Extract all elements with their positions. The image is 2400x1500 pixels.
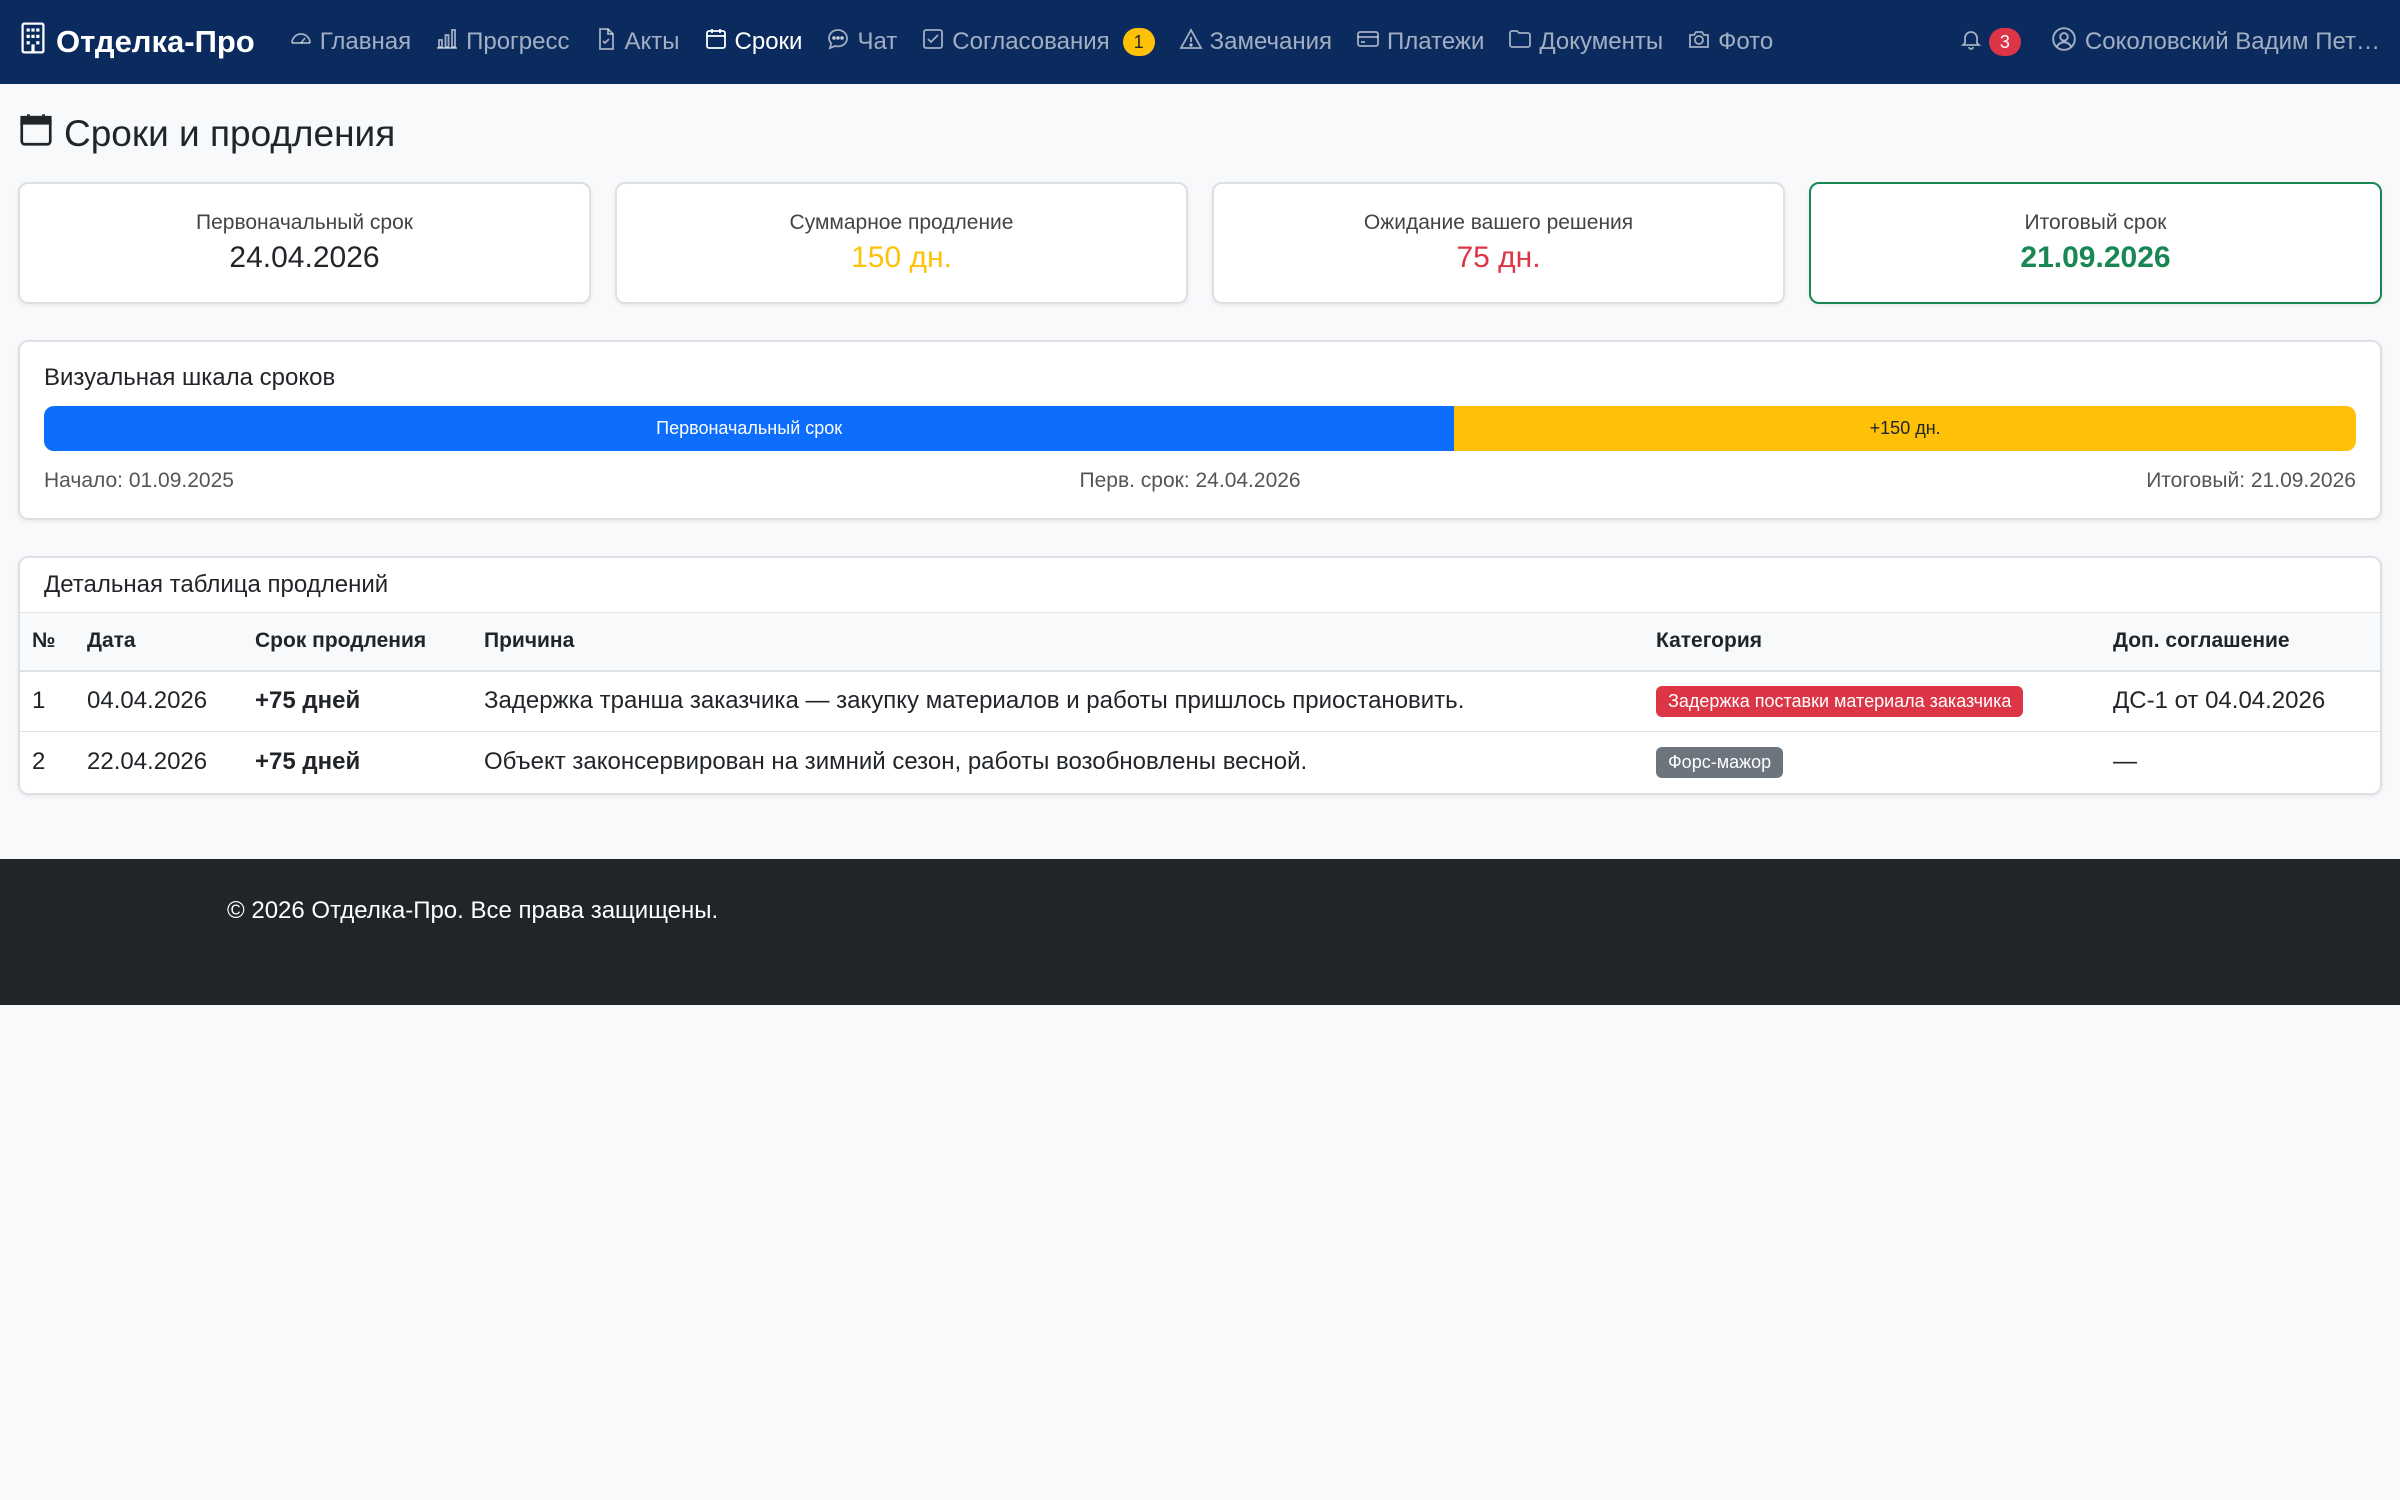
- cell-num: 1: [20, 670, 75, 732]
- extensions-table-card: Детальная таблица продлений № Дата Срок …: [18, 556, 2382, 795]
- file-check-icon: [594, 27, 618, 58]
- page-title-text: Сроки и продления: [64, 113, 396, 154]
- nav-item-label: Замечания: [1209, 28, 1333, 55]
- cell-date: 04.04.2026: [75, 670, 243, 732]
- brand-name: Отделка-Про: [56, 24, 255, 59]
- bell-icon: [1959, 27, 1983, 58]
- folder-icon: [1508, 27, 1532, 58]
- nav-item-label: Главная: [319, 28, 412, 55]
- nav-item-label: Платежи: [1387, 28, 1485, 55]
- nav-item-payments[interactable]: Платежи: [1356, 27, 1484, 58]
- stat-value: 75 дн.: [1456, 241, 1541, 274]
- credit-card-icon: [1356, 27, 1380, 58]
- cell-category: Задержка поставки материала заказчика: [1644, 670, 2101, 732]
- calendar-icon: [704, 27, 728, 58]
- table-header-row: № Дата Срок продления Причина Категория …: [20, 612, 2380, 672]
- user-circle-icon: [2051, 26, 2077, 59]
- stat-label: Первоначальный срок: [196, 211, 413, 234]
- stat-card-total-extension: Суммарное продление 150 дн.: [615, 182, 1188, 304]
- notifications-button[interactable]: 3: [1959, 27, 2021, 58]
- cell-num: 2: [32, 748, 46, 776]
- nav-item-acts[interactable]: Акты: [594, 27, 680, 58]
- nav-item-deadlines[interactable]: Сроки: [704, 27, 803, 58]
- timeline-labels: Начало: 01.09.2025 Перв. срок: 24.04.202…: [44, 469, 2356, 493]
- category-badge: Задержка поставки материала заказчика: [1656, 685, 2024, 717]
- cell-agreement: —: [2113, 748, 2137, 776]
- cell-extension: +75 дней: [255, 748, 361, 776]
- timeline-bar: Первоначальный срок +150 дн.: [44, 406, 2356, 451]
- building-icon: [20, 22, 46, 62]
- stat-card-pending-decision: Ожидание вашего решения 75 дн.: [1212, 182, 1785, 304]
- nav-item-progress[interactable]: Прогресс: [435, 27, 570, 58]
- speedometer-icon: [289, 27, 313, 58]
- timeline-mid-label: Перв. срок: 24.04.2026: [1079, 469, 1301, 492]
- stat-value: 150 дн.: [851, 241, 952, 274]
- bar-chart-icon: [435, 27, 459, 58]
- category-badge: Форс-мажор: [1656, 746, 1784, 778]
- extensions-table: № Дата Срок продления Причина Категория …: [20, 612, 2380, 793]
- timeline-segment-extension: +150 дн.: [1454, 406, 2356, 451]
- calendar-icon: [18, 111, 54, 158]
- column-header-reason: Причина: [472, 612, 1644, 672]
- page-title: Сроки и продления: [18, 106, 2382, 162]
- nav-item-documents[interactable]: Документы: [1508, 27, 1663, 58]
- main-content: Сроки и продления Первоначальный срок 24…: [0, 106, 2400, 795]
- timeline-start-label: Начало: 01.09.2025: [44, 469, 234, 492]
- column-header-extension: Срок продления: [243, 612, 472, 672]
- nav-item-remarks[interactable]: Замечания: [1179, 27, 1332, 58]
- nav-item-label: Сроки: [734, 28, 803, 55]
- table-row: 2 22.04.2026 +75 дней Объект законсервир…: [20, 732, 2380, 793]
- column-header-category: Категория: [1644, 612, 2101, 672]
- timeline-segment-original: Первоначальный срок: [44, 406, 1455, 451]
- timeline-card: Визуальная шкала сроков Первоначальный с…: [18, 340, 2382, 520]
- nav-item-label: Фото: [1718, 28, 1774, 55]
- stats-row: Первоначальный срок 24.04.2026 Суммарное…: [18, 182, 2382, 304]
- warning-triangle-icon: [1179, 27, 1203, 58]
- stat-label: Ожидание вашего решения: [1363, 211, 1634, 234]
- approvals-count-badge: 1: [1122, 28, 1155, 56]
- table-row: 1 04.04.2026 +75 дней Задержка транша за…: [20, 670, 2380, 732]
- user-name: Соколовский Вадим Пет…: [2084, 28, 2380, 55]
- nav-item-label: Прогресс: [466, 28, 570, 55]
- cell-reason: Объект законсервирован на зимний сезон, …: [484, 748, 1308, 776]
- nav-item-photos[interactable]: Фото: [1687, 27, 1773, 58]
- timeline-end-label: Итоговый: 21.09.2026: [2146, 469, 2356, 492]
- cell-date: 22.04.2026: [87, 748, 208, 776]
- cell-reason: Задержка транша заказчика — закупку мате…: [472, 670, 1644, 732]
- notifications-count-badge: 3: [1988, 28, 2021, 56]
- extensions-table-heading: Детальная таблица продлений: [44, 571, 389, 598]
- stat-label: Итоговый срок: [2024, 211, 2167, 234]
- nav-item-label: Чат: [857, 28, 898, 55]
- nav-item-label: Акты: [624, 28, 680, 55]
- navbar-right: 3 Соколовский Вадим Пет…: [1959, 26, 2380, 59]
- camera-icon: [1687, 27, 1711, 58]
- main-nav: Главная Прогресс Акты Сроки Чат Согласов…: [289, 27, 1773, 58]
- nav-item-chat[interactable]: Чат: [826, 27, 897, 58]
- stat-value: 21.09.2026: [2020, 241, 2171, 274]
- footer-copyright: © 2026 Отделка-Про. Все права защищены.: [227, 897, 719, 924]
- chat-dots-icon: [826, 27, 850, 58]
- top-navbar: Отделка-Про Главная Прогресс Акты Сроки: [0, 0, 2400, 84]
- timeline-heading: Визуальная шкала сроков: [44, 364, 336, 391]
- cell-agreement: ДС-1 от 04.04.2026: [2101, 670, 2380, 732]
- user-menu[interactable]: Соколовский Вадим Пет…: [2051, 26, 2380, 59]
- nav-item-label: Согласования: [952, 28, 1110, 55]
- nav-item-home[interactable]: Главная: [289, 27, 411, 58]
- check-square-icon: [921, 27, 945, 58]
- nav-item-label: Документы: [1539, 28, 1664, 55]
- stat-value: 24.04.2026: [229, 241, 380, 274]
- stat-label: Суммарное продление: [789, 211, 1014, 234]
- nav-item-approvals[interactable]: Согласования 1: [921, 27, 1155, 58]
- cell-extension: +75 дней: [243, 670, 472, 732]
- cell-category: Форс-мажор: [1644, 732, 2101, 793]
- column-header-agreement: Доп. соглашение: [2101, 612, 2380, 672]
- column-header-date: Дата: [75, 612, 243, 672]
- stat-card-final-deadline: Итоговый срок 21.09.2026: [1809, 182, 2382, 304]
- column-header-num: №: [20, 612, 75, 672]
- stat-card-original-deadline: Первоначальный срок 24.04.2026: [18, 182, 591, 304]
- footer: © 2026 Отделка-Про. Все права защищены.: [0, 859, 2400, 1005]
- brand[interactable]: Отделка-Про: [20, 22, 255, 62]
